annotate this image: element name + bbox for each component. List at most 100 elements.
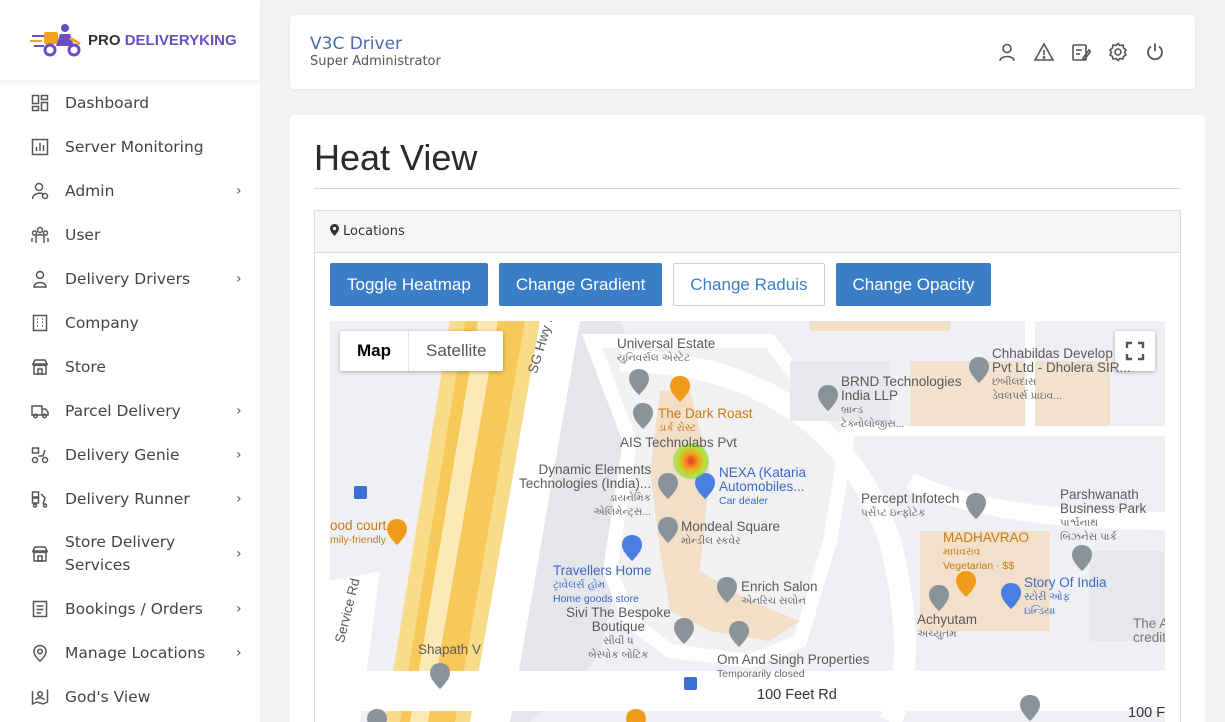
map-label-chhabildas[interactable]: Chhabildas Develop Pvt Ltd - Dholera SIR.…: [992, 347, 1131, 403]
sidebar-item-label: Dashboard: [65, 93, 150, 112]
map-type-map-button[interactable]: Map: [340, 331, 408, 371]
map-type-control: Map Satellite: [340, 331, 504, 371]
heatmap-controls: Toggle Heatmap Change Gradient Change Ra…: [330, 263, 992, 306]
sidebar: PRO DELIVERYKING Dashboard Server Monitor…: [0, 0, 260, 722]
brand-logo[interactable]: PRO DELIVERYKING: [0, 0, 260, 80]
sidebar-item-label: Parcel Delivery: [65, 401, 181, 420]
heat-map[interactable]: Map Satellite Universal Estate યુનિવર્સલ …: [330, 321, 1165, 722]
map-type-satellite-button[interactable]: Satellite: [408, 331, 503, 371]
list-icon: [31, 600, 49, 618]
sidebar-item-delivery-genie[interactable]: Delivery Genie ›: [0, 433, 260, 477]
map-label-the-a[interactable]: The Acredit: [1133, 617, 1165, 645]
brand-name: PRO DELIVERYKING: [88, 32, 237, 49]
toggle-heatmap-button[interactable]: Toggle Heatmap: [330, 263, 488, 306]
chart-icon: [31, 138, 49, 156]
sidebar-item-label: Store: [65, 357, 106, 376]
change-radius-button[interactable]: Change Raduis: [673, 263, 825, 306]
sidebar-item-admin[interactable]: Admin ›: [0, 169, 260, 213]
sidebar-item-user[interactable]: User: [0, 213, 260, 257]
sidebar-item-delivery-runner[interactable]: Delivery Runner ›: [0, 477, 260, 521]
brand-pro: PRO: [88, 31, 121, 49]
sidebar-item-label: Delivery Drivers: [65, 269, 191, 288]
map-label-dark-roast[interactable]: The Dark Roast ડાર્ક રોસ્ટ: [658, 407, 753, 435]
map-label-enrich[interactable]: Enrich Salon એનરિચ સલોન: [741, 580, 818, 608]
sidebar-item-store[interactable]: Store: [0, 345, 260, 389]
map-label-ais[interactable]: AIS Technolabs Pvt: [620, 436, 737, 450]
map-label-mondeal[interactable]: Mondeal Square મોન્ડીલ સ્કવેર: [681, 520, 780, 548]
sidebar-item-label: User: [65, 225, 101, 244]
map-label-food-court[interactable]: ood court mily-friendly: [330, 519, 386, 547]
map-label-achyutam[interactable]: Achyutam અચ્યુતમ: [917, 613, 977, 641]
delivery-scooter-logo-icon: [30, 22, 84, 58]
runner-icon: [31, 490, 49, 508]
sidebar-item-label: Delivery Runner: [65, 489, 190, 508]
chevron-right-icon: ›: [236, 447, 242, 463]
users-icon: [31, 226, 49, 244]
map-label-parshwanath[interactable]: Parshwanath Business Park પાર્શ્વનાથ બિઝને…: [1060, 488, 1146, 544]
map-label-nexa[interactable]: NEXA (Kataria Automobiles... Car dealer: [719, 466, 806, 508]
sidebar-item-label: Store Delivery Services: [65, 533, 176, 574]
store-icon: [31, 358, 49, 376]
sidebar-item-server-monitoring[interactable]: Server Monitoring: [0, 125, 260, 169]
truck-icon: [31, 402, 49, 420]
header-actions: [997, 42, 1165, 62]
page-title: Heat View: [314, 137, 478, 178]
store-icon: [31, 545, 49, 563]
panel-header: Locations: [315, 211, 1180, 253]
sidebar-item-god-s-view[interactable]: God's View: [0, 675, 260, 719]
sidebar-item-delivery-drivers[interactable]: Delivery Drivers ›: [0, 257, 260, 301]
panel-title: Locations: [343, 224, 405, 239]
map-label-story-of-india[interactable]: Story Of India સ્ટોરી ઓફ ઇન્ડિયા: [1024, 576, 1107, 618]
sidebar-item-manage-locations[interactable]: Manage Locations ›: [0, 631, 260, 675]
scooter-icon: [31, 446, 49, 464]
map-label-madhavrao[interactable]: MADHAVRAO માધવરાવ Vegetarian · $$: [943, 531, 1029, 573]
sidebar-item-parcel-delivery[interactable]: Parcel Delivery ›: [0, 389, 260, 433]
sidebar-item-company[interactable]: Company: [0, 301, 260, 345]
map-label-brnd[interactable]: BRND Technologies India LLP બ્રાન્ડ ટેક્નો…: [841, 375, 962, 431]
change-opacity-button[interactable]: Change Opacity: [835, 263, 992, 306]
location-icon: [31, 644, 49, 662]
title-divider: [314, 188, 1181, 189]
map-label-travellers[interactable]: Travellers Home ટ્રાવેલર્સ હોમ Home goods …: [553, 564, 652, 606]
driver-icon: [31, 270, 49, 288]
map-road-100-feet-right: 100 F: [1128, 705, 1165, 721]
map-user-icon: [31, 688, 49, 706]
user-icon[interactable]: [997, 42, 1017, 62]
sidebar-item-dashboard[interactable]: Dashboard: [0, 81, 260, 125]
sidebar-item-bookings-orders[interactable]: Bookings / Orders ›: [0, 587, 260, 631]
chevron-right-icon: ›: [236, 491, 242, 507]
map-label-om-singh[interactable]: Om And Singh Properties Temporarily close…: [717, 653, 869, 681]
chevron-right-icon: ›: [236, 601, 242, 617]
sidebar-item-label: Admin: [65, 181, 115, 200]
sidebar-item-store-delivery-services[interactable]: Store Delivery Services ›: [0, 521, 260, 587]
map-label-dynamic-elements[interactable]: Dynamic Elements Technologies (India)... …: [519, 463, 651, 519]
chevron-right-icon: ›: [236, 183, 242, 199]
chevron-right-icon: ›: [236, 403, 242, 419]
building-icon: [31, 314, 49, 332]
warning-icon[interactable]: [1034, 42, 1054, 62]
map-label-shapath[interactable]: Shapath V: [418, 643, 481, 657]
dashboard-icon: [31, 94, 49, 112]
settings-icon[interactable]: [1108, 42, 1128, 62]
sidebar-item-label: Bookings / Orders: [65, 599, 203, 618]
map-road-100-feet: 100 Feet Rd: [757, 687, 837, 703]
map-label-sivi[interactable]: Sivi The Bespoke Boutique સીવી ધ બેસ્પોક બ…: [566, 606, 671, 662]
chevron-right-icon: ›: [236, 271, 242, 287]
top-header: V3C Driver Super Administrator: [290, 15, 1195, 89]
sidebar-item-label: Server Monitoring: [65, 137, 204, 156]
chevron-right-icon: ›: [236, 546, 242, 562]
sidebar-item-label: Company: [65, 313, 139, 332]
map-label-universal-estate[interactable]: Universal Estate યુનિવર્સલ એસ્ટેટ: [617, 337, 715, 365]
change-gradient-button[interactable]: Change Gradient: [498, 263, 663, 306]
sidebar-item-label: Delivery Genie: [65, 445, 180, 464]
map-label-percept[interactable]: Percept Infotech પર્સેપ્ટ ઇન્ફોટેક: [861, 492, 959, 520]
sidebar-item-label: God's View: [65, 687, 151, 706]
header-title: V3C Driver: [310, 34, 403, 54]
admin-icon: [31, 182, 49, 200]
header-subtitle: Super Administrator: [310, 54, 441, 69]
power-icon[interactable]: [1145, 42, 1165, 62]
chevron-right-icon: ›: [236, 645, 242, 661]
sidebar-item-label: Manage Locations: [65, 643, 206, 662]
edit-icon[interactable]: [1071, 42, 1091, 62]
map-pin-icon: [330, 223, 339, 240]
